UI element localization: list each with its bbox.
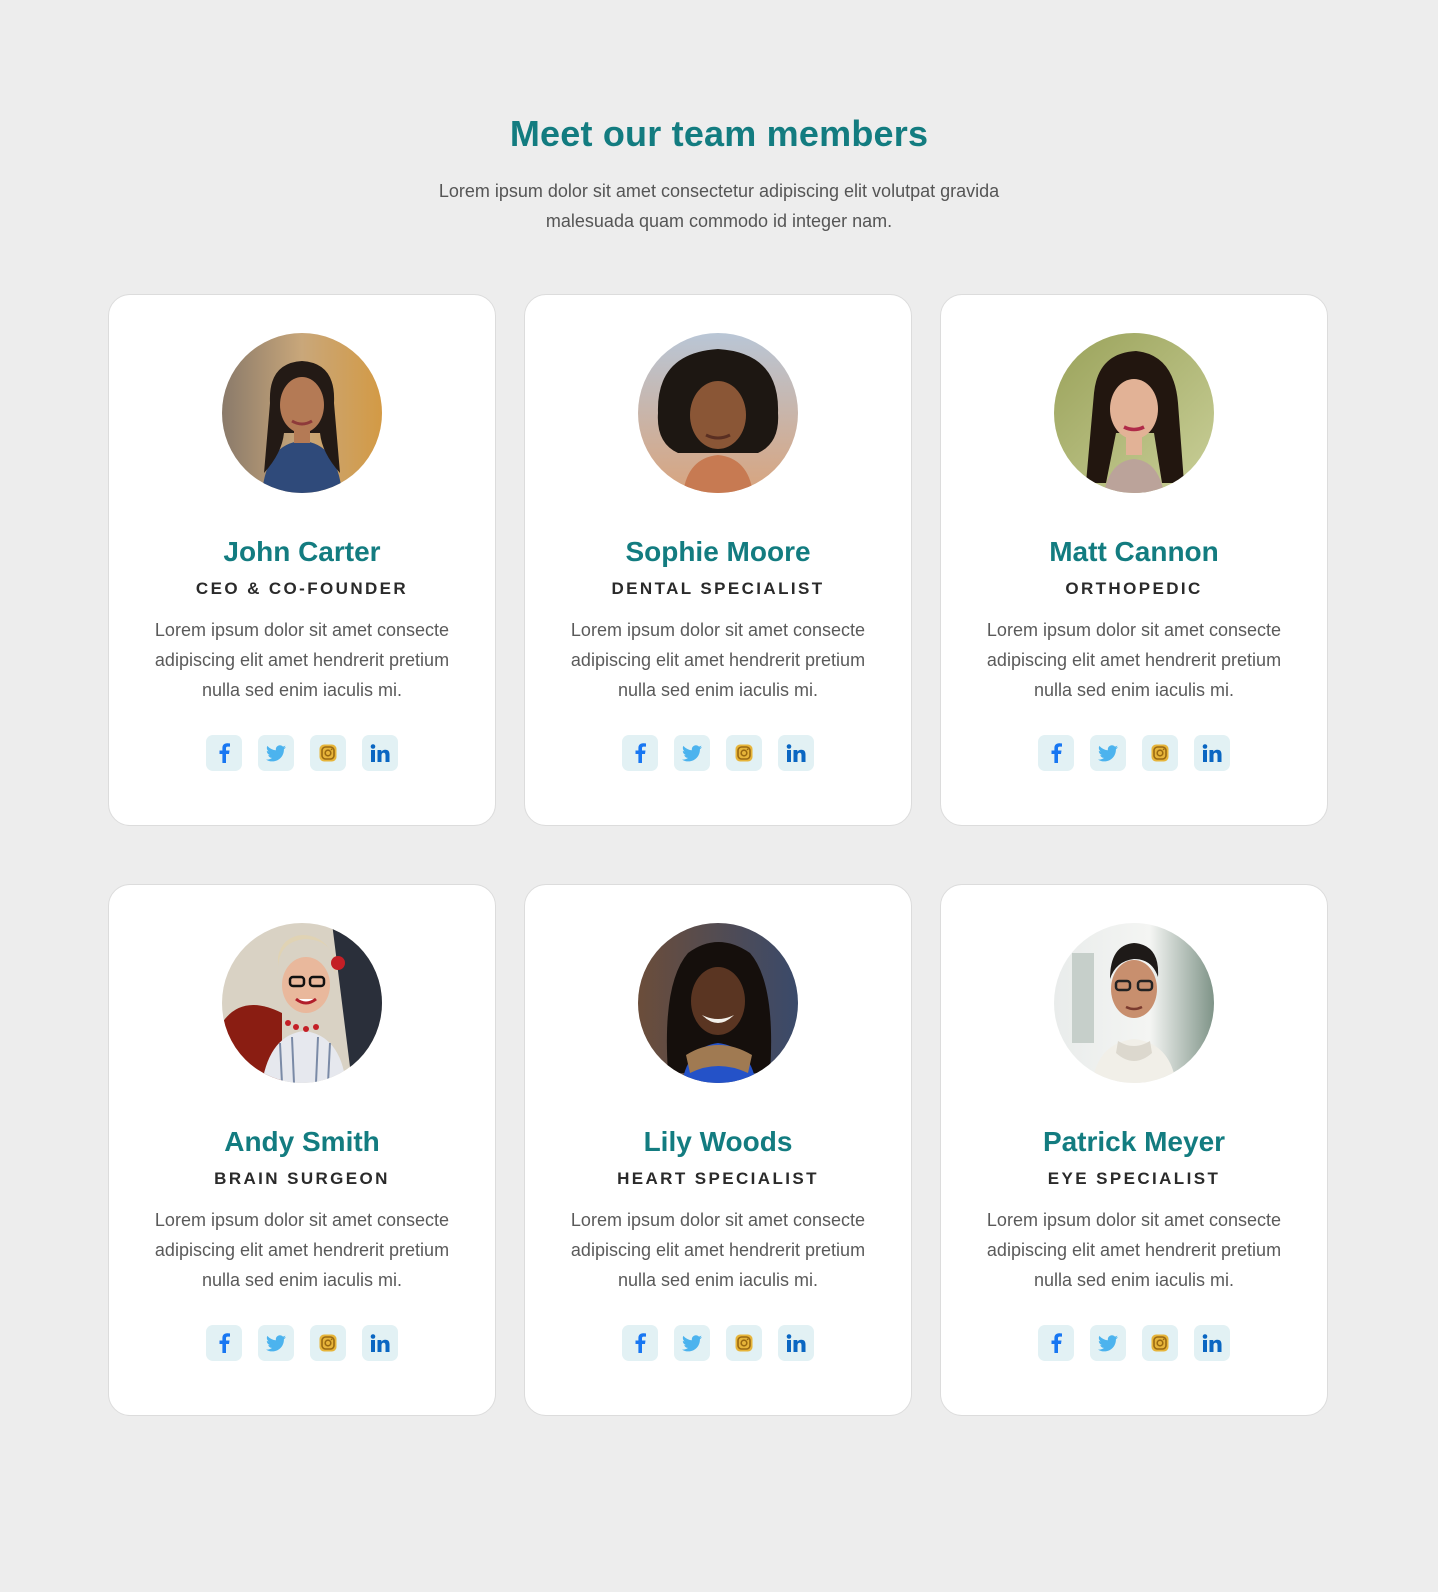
- instagram-link[interactable]: [310, 735, 346, 771]
- facebook-icon: [635, 1333, 646, 1353]
- social-links: [109, 1325, 495, 1361]
- instagram-icon: [735, 1334, 753, 1352]
- twitter-icon: [1098, 744, 1118, 761]
- avatar: [638, 923, 798, 1083]
- facebook-link[interactable]: [206, 1325, 242, 1361]
- member-name: Matt Cannon: [1049, 536, 1219, 567]
- facebook-link[interactable]: [206, 735, 242, 771]
- twitter-link[interactable]: [258, 735, 294, 771]
- member-role: CEO & CO-FOUNDER: [195, 579, 409, 598]
- twitter-icon: [266, 744, 286, 761]
- social-links: [109, 735, 495, 771]
- social-links: [525, 1325, 911, 1361]
- twitter-link[interactable]: [674, 1325, 710, 1361]
- linkedin-link[interactable]: [1194, 1325, 1230, 1361]
- instagram-link[interactable]: [310, 1325, 346, 1361]
- avatar: [1054, 923, 1214, 1083]
- linkedin-link[interactable]: [778, 735, 814, 771]
- twitter-icon: [682, 1334, 702, 1351]
- twitter-link[interactable]: [674, 735, 710, 771]
- linkedin-link[interactable]: [778, 1325, 814, 1361]
- instagram-icon: [1151, 744, 1169, 762]
- instagram-icon: [1151, 1334, 1169, 1352]
- team-card: Matt Cannon ORTHOPEDIC Lorem ipsum dolor…: [940, 294, 1328, 826]
- team-card: John Carter CEO & CO-FOUNDER Lorem ipsum…: [108, 294, 496, 826]
- team-card: Lily Woods HEART SPECIALIST Lorem ipsum …: [524, 884, 912, 1416]
- avatar: [222, 923, 382, 1083]
- team-card: Patrick Meyer EYE SPECIALIST Lorem ipsum…: [940, 884, 1328, 1416]
- linkedin-icon: [1202, 744, 1222, 762]
- page-title: Meet our team members: [509, 113, 929, 154]
- linkedin-icon: [1202, 1334, 1222, 1352]
- twitter-link[interactable]: [1090, 735, 1126, 771]
- twitter-icon: [266, 1334, 286, 1351]
- linkedin-icon: [786, 744, 806, 762]
- linkedin-icon: [370, 744, 390, 762]
- facebook-icon: [219, 1333, 230, 1353]
- member-name: John Carter: [223, 536, 381, 567]
- member-bio: Lorem ipsum dolor sit amet consecte adip…: [986, 620, 1282, 700]
- member-name: Sophie Moore: [625, 536, 811, 567]
- member-bio: Lorem ipsum dolor sit amet consecte adip…: [570, 620, 866, 700]
- linkedin-link[interactable]: [1194, 735, 1230, 771]
- avatar: [1054, 333, 1214, 493]
- member-role: ORTHOPEDIC: [1065, 579, 1203, 598]
- member-bio: Lorem ipsum dolor sit amet consecte adip…: [154, 1210, 450, 1290]
- twitter-icon: [682, 744, 702, 761]
- facebook-link[interactable]: [1038, 735, 1074, 771]
- page-subtitle: Lorem ipsum dolor sit amet consectetur a…: [438, 181, 1000, 231]
- instagram-link[interactable]: [726, 1325, 762, 1361]
- facebook-link[interactable]: [622, 735, 658, 771]
- twitter-link[interactable]: [1090, 1325, 1126, 1361]
- member-name: Andy Smith: [224, 1126, 380, 1157]
- twitter-link[interactable]: [258, 1325, 294, 1361]
- member-role: DENTAL SPECIALIST: [611, 579, 825, 598]
- linkedin-link[interactable]: [362, 735, 398, 771]
- team-card: Andy Smith BRAIN SURGEON Lorem ipsum dol…: [108, 884, 496, 1416]
- member-name: Lily Woods: [643, 1126, 793, 1157]
- facebook-link[interactable]: [1038, 1325, 1074, 1361]
- twitter-icon: [1098, 1334, 1118, 1351]
- social-links: [941, 1325, 1327, 1361]
- facebook-icon: [635, 743, 646, 763]
- member-role: BRAIN SURGEON: [214, 1169, 390, 1188]
- team-grid: John Carter CEO & CO-FOUNDER Lorem ipsum…: [108, 294, 1328, 1416]
- team-section-header: Meet our team members Lorem ipsum dolor …: [0, 108, 1438, 236]
- linkedin-icon: [370, 1334, 390, 1352]
- linkedin-link[interactable]: [362, 1325, 398, 1361]
- avatar: [638, 333, 798, 493]
- member-role: EYE SPECIALIST: [1047, 1169, 1221, 1188]
- instagram-link[interactable]: [726, 735, 762, 771]
- facebook-icon: [1051, 1333, 1062, 1353]
- social-links: [941, 735, 1327, 771]
- avatar: [222, 333, 382, 493]
- member-role: HEART SPECIALIST: [617, 1169, 819, 1188]
- instagram-link[interactable]: [1142, 735, 1178, 771]
- instagram-icon: [735, 744, 753, 762]
- facebook-icon: [1051, 743, 1062, 763]
- facebook-link[interactable]: [622, 1325, 658, 1361]
- facebook-icon: [219, 743, 230, 763]
- member-name: Patrick Meyer: [1042, 1126, 1226, 1157]
- member-bio: Lorem ipsum dolor sit amet consecte adip…: [154, 620, 450, 700]
- member-bio: Lorem ipsum dolor sit amet consecte adip…: [570, 1210, 866, 1290]
- member-bio: Lorem ipsum dolor sit amet consecte adip…: [986, 1210, 1282, 1290]
- instagram-icon: [319, 1334, 337, 1352]
- team-card: Sophie Moore DENTAL SPECIALIST Lorem ips…: [524, 294, 912, 826]
- social-links: [525, 735, 911, 771]
- instagram-icon: [319, 744, 337, 762]
- instagram-link[interactable]: [1142, 1325, 1178, 1361]
- linkedin-icon: [786, 1334, 806, 1352]
